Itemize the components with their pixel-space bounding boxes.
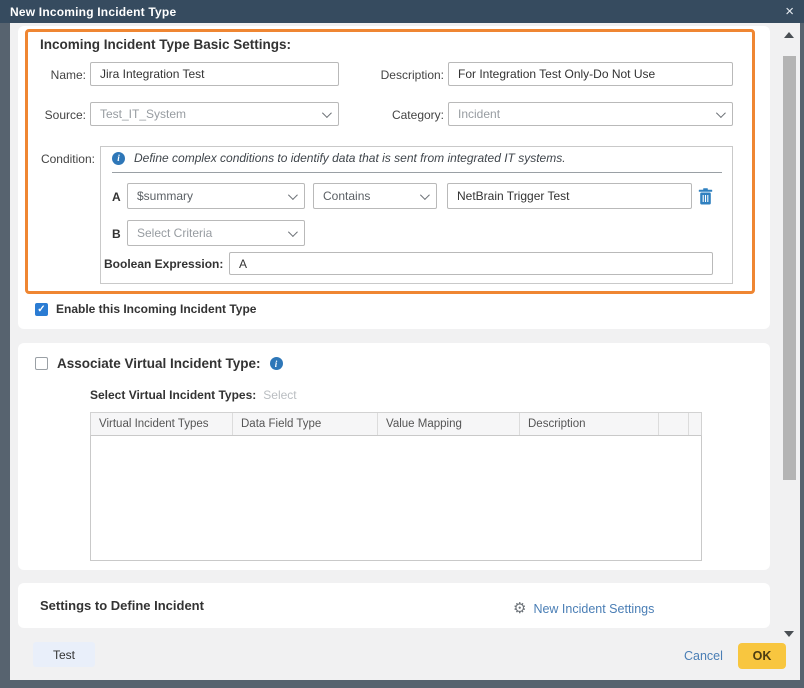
criteria-b-label: B bbox=[112, 227, 121, 241]
source-label: Source: bbox=[28, 108, 86, 122]
description-label: Description: bbox=[358, 68, 444, 82]
criteria-b-field-value: Select Criteria bbox=[137, 226, 212, 240]
criteria-a-value: NetBrain Trigger Test bbox=[457, 189, 570, 203]
scroll-down-icon[interactable] bbox=[784, 631, 794, 637]
scroll-up-icon[interactable] bbox=[784, 32, 794, 38]
associate-virtual-label: Associate Virtual Incident Type: bbox=[57, 356, 261, 371]
source-select[interactable]: Test_IT_System bbox=[90, 102, 339, 126]
table-body-empty bbox=[90, 436, 702, 561]
name-input[interactable]: Jira Integration Test bbox=[90, 62, 339, 86]
virtual-types-table: Virtual Incident Types Data Field Type V… bbox=[90, 412, 702, 561]
cancel-button[interactable]: Cancel bbox=[684, 649, 723, 663]
new-incident-settings-label: New Incident Settings bbox=[533, 602, 654, 616]
category-label: Category: bbox=[358, 108, 444, 122]
close-icon[interactable]: × bbox=[785, 0, 794, 23]
chevron-down-icon bbox=[288, 227, 298, 237]
description-value: For Integration Test Only-Do Not Use bbox=[458, 67, 655, 81]
new-incident-settings-link[interactable]: ⚙ New Incident Settings bbox=[513, 601, 654, 616]
table-header-value-mapping[interactable]: Value Mapping bbox=[378, 413, 520, 435]
chevron-down-icon bbox=[420, 190, 430, 200]
source-value: Test_IT_System bbox=[100, 107, 186, 121]
description-input[interactable]: For Integration Test Only-Do Not Use bbox=[448, 62, 733, 86]
select-virtual-types-row: Select Virtual Incident Types: Select bbox=[90, 388, 297, 402]
enable-checkbox[interactable]: ✓ bbox=[35, 303, 48, 316]
chevron-down-icon bbox=[288, 190, 298, 200]
dialog-title: New Incoming Incident Type bbox=[10, 5, 176, 19]
criteria-a-operator-value: Contains bbox=[323, 189, 370, 203]
condition-hint: Define complex conditions to identify da… bbox=[134, 151, 566, 165]
test-button[interactable]: Test bbox=[33, 642, 95, 667]
boolean-expression-value: A bbox=[239, 257, 247, 271]
name-label: Name: bbox=[28, 68, 86, 82]
chevron-down-icon bbox=[716, 108, 726, 118]
table-header-row: Virtual Incident Types Data Field Type V… bbox=[90, 412, 702, 436]
associate-virtual-row: Associate Virtual Incident Type: i bbox=[35, 356, 283, 371]
gear-icon: ⚙ bbox=[513, 601, 526, 616]
select-virtual-types-label: Select Virtual Incident Types: bbox=[90, 388, 256, 402]
criteria-b-field-select[interactable]: Select Criteria bbox=[127, 220, 305, 246]
criteria-a-label: A bbox=[112, 190, 121, 204]
criteria-a-field-value: $summary bbox=[137, 189, 193, 203]
info-icon: i bbox=[112, 152, 125, 165]
table-header-data-field-type[interactable]: Data Field Type bbox=[233, 413, 378, 435]
ok-button[interactable]: OK bbox=[738, 643, 786, 669]
name-value: Jira Integration Test bbox=[100, 67, 205, 81]
boolean-expression-input[interactable]: A bbox=[229, 252, 713, 275]
condition-hint-row: i Define complex conditions to identify … bbox=[112, 151, 566, 165]
info-icon: i bbox=[270, 357, 283, 370]
enable-checkbox-label: Enable this Incoming Incident Type bbox=[56, 302, 256, 316]
boolean-expression-label: Boolean Expression: bbox=[104, 257, 223, 271]
table-header-virtual-incident-types[interactable]: Virtual Incident Types bbox=[91, 413, 233, 435]
table-header-empty bbox=[689, 413, 701, 435]
dialog-titlebar: New Incoming Incident Type × bbox=[0, 0, 804, 23]
criteria-a-operator-select[interactable]: Contains bbox=[313, 183, 437, 209]
criteria-a-value-input[interactable]: NetBrain Trigger Test bbox=[447, 183, 692, 209]
define-incident-heading: Settings to Define Incident bbox=[40, 598, 204, 613]
scrollbar-thumb[interactable] bbox=[783, 56, 796, 480]
divider bbox=[112, 172, 722, 173]
table-header-empty bbox=[659, 413, 689, 435]
associate-virtual-checkbox[interactable] bbox=[35, 357, 48, 370]
chevron-down-icon bbox=[322, 108, 332, 118]
condition-label: Condition: bbox=[28, 152, 95, 166]
category-value: Incident bbox=[458, 107, 500, 121]
trash-icon[interactable] bbox=[698, 188, 713, 205]
table-header-description[interactable]: Description bbox=[520, 413, 659, 435]
basic-settings-heading: Incoming Incident Type Basic Settings: bbox=[40, 37, 291, 52]
category-select[interactable]: Incident bbox=[448, 102, 733, 126]
criteria-a-field-select[interactable]: $summary bbox=[127, 183, 305, 209]
enable-incident-type-row: ✓ Enable this Incoming Incident Type bbox=[35, 302, 256, 316]
select-virtual-types-action[interactable]: Select bbox=[263, 388, 296, 402]
